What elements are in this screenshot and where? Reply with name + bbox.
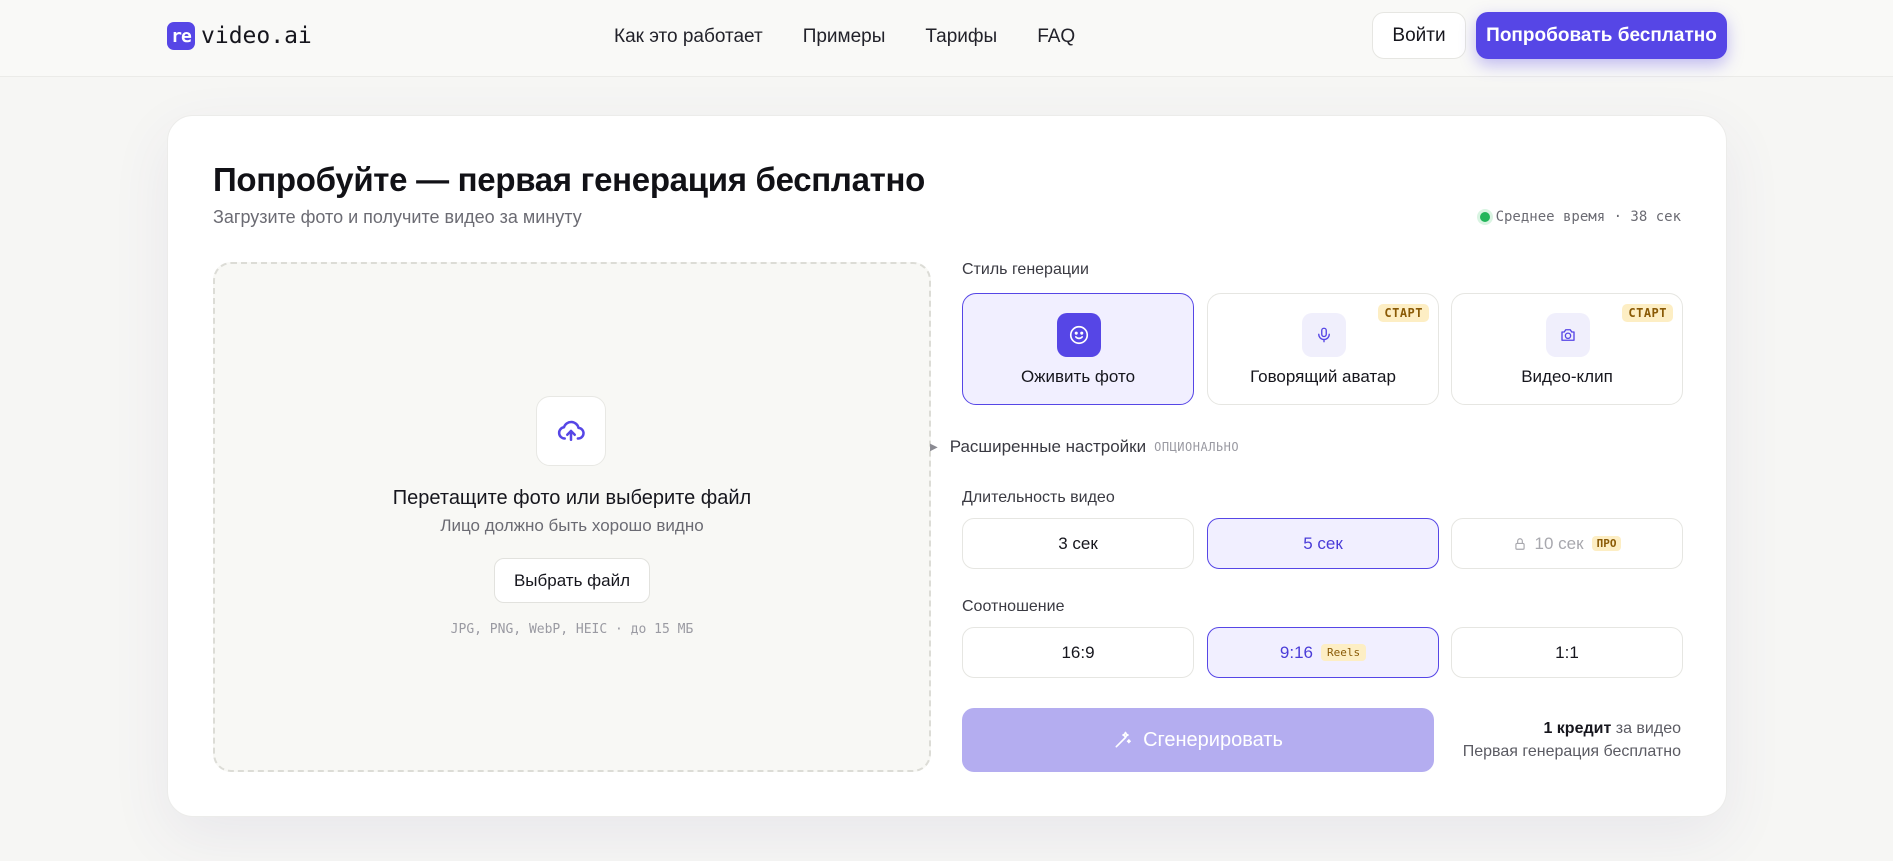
advanced-settings-label: Расширенные настройки <box>949 437 1147 456</box>
duration-option-10s[interactable]: 10 сек ПРО <box>1451 518 1683 569</box>
ratio-option-label: 9:16 <box>1279 642 1313 662</box>
credit-info: 1 кредит за видео Первая генерация беспл… <box>1463 717 1681 763</box>
style-icon-box <box>1546 313 1590 357</box>
duration-option-label: 10 сек <box>1534 533 1584 553</box>
magic-wand-icon <box>1115 731 1132 748</box>
credit-amount: 1 кредит <box>1543 720 1612 737</box>
top-nav-bar: re video.ai Как это работает Примеры Тар… <box>0 0 1893 77</box>
nav-faq[interactable]: FAQ <box>1037 26 1075 48</box>
status-dot-icon <box>1479 212 1490 222</box>
style-option-animate-photo[interactable]: Оживить фото <box>962 293 1194 405</box>
smile-icon <box>1069 325 1089 345</box>
upload-icon-box <box>536 396 606 466</box>
ratio-option-label: 16:9 <box>1061 642 1095 662</box>
duration-option-5s[interactable]: 5 сек <box>1207 518 1439 569</box>
nav-pricing[interactable]: Тарифы <box>925 26 997 48</box>
credit-suffix: за видео <box>1611 720 1681 737</box>
pro-badge: ПРО <box>1591 536 1622 551</box>
style-icon-box <box>1057 313 1101 357</box>
logo-text: video.ai <box>201 23 312 49</box>
style-option-video-clip[interactable]: СТАРТ Видео-клип <box>1451 293 1683 405</box>
lock-icon <box>1514 537 1525 550</box>
duration-option-label: 5 сек <box>1303 533 1343 553</box>
style-label: Стиль генерации <box>962 261 1089 278</box>
ratio-label: Соотношение <box>962 598 1065 615</box>
ratio-option-1-1[interactable]: 1:1 <box>1451 627 1683 678</box>
style-option-label: Оживить фото <box>1020 367 1136 386</box>
dropzone-hint: Лицо должно быть хорошо видно <box>440 516 704 535</box>
duration-option-label: 3 сек <box>1058 533 1098 553</box>
nav-examples[interactable]: Примеры <box>803 26 886 48</box>
file-formats-note: JPG, PNG, WebP, HEIC · до 15 МБ <box>450 622 694 637</box>
caret-right-icon: ▶ <box>930 441 938 453</box>
logo-mark: re <box>167 22 195 50</box>
duration-label: Длительность видео <box>962 489 1115 506</box>
style-option-label: Говорящий аватар <box>1250 367 1396 386</box>
average-time-text: Среднее время · 38 сек <box>1495 209 1681 225</box>
try-free-button[interactable]: Попробовать бесплатно <box>1476 12 1727 59</box>
page-title: Попробуйте — первая генерация бесплатно <box>213 161 925 198</box>
average-time-indicator: Среднее время · 38 сек <box>1479 209 1681 225</box>
nav-how-it-works[interactable]: Как это работает <box>614 26 763 48</box>
main-nav: Как это работает Примеры Тарифы FAQ <box>614 26 1075 48</box>
choose-file-button[interactable]: Выбрать файл <box>494 558 650 603</box>
start-badge: СТАРТ <box>1378 304 1429 322</box>
login-button[interactable]: Войти <box>1372 12 1466 59</box>
start-badge: СТАРТ <box>1622 304 1673 322</box>
photo-dropzone[interactable]: Перетащите фото или выберите файл Лицо д… <box>213 262 931 772</box>
ratio-option-label: 1:1 <box>1555 642 1579 662</box>
page-subtitle: Загрузите фото и получите видео за минут… <box>213 207 582 227</box>
free-generation-note: Первая генерация бесплатно <box>1462 743 1681 760</box>
generate-button-label: Сгенерировать <box>1143 728 1283 751</box>
credit-cost: 1 кредит за видео <box>1463 717 1681 740</box>
ratio-option-9-16[interactable]: 9:16 Reels <box>1207 627 1439 678</box>
reels-badge: Reels <box>1320 644 1367 661</box>
advanced-settings-toggle[interactable]: ▶ Расширенные настройки ОПЦИОНАЛЬНО <box>930 437 1239 457</box>
cloud-upload-icon <box>557 420 585 441</box>
style-option-label: Видео-клип <box>1521 367 1613 386</box>
logo[interactable]: re video.ai <box>167 22 312 50</box>
generation-card: Попробуйте — первая генерация бесплатно … <box>167 115 1727 817</box>
style-option-talking-avatar[interactable]: СТАРТ Говорящий аватар <box>1207 293 1439 405</box>
ratio-option-16-9[interactable]: 16:9 <box>962 627 1194 678</box>
microphone-icon <box>1318 327 1330 343</box>
style-icon-box <box>1302 313 1346 357</box>
optional-tag: ОПЦИОНАЛЬНО <box>1154 440 1240 454</box>
generate-button[interactable]: Сгенерировать <box>962 708 1434 772</box>
camera-icon <box>1561 329 1575 341</box>
dropzone-title: Перетащите фото или выберите файл <box>392 487 752 509</box>
duration-option-3s[interactable]: 3 сек <box>962 518 1194 569</box>
